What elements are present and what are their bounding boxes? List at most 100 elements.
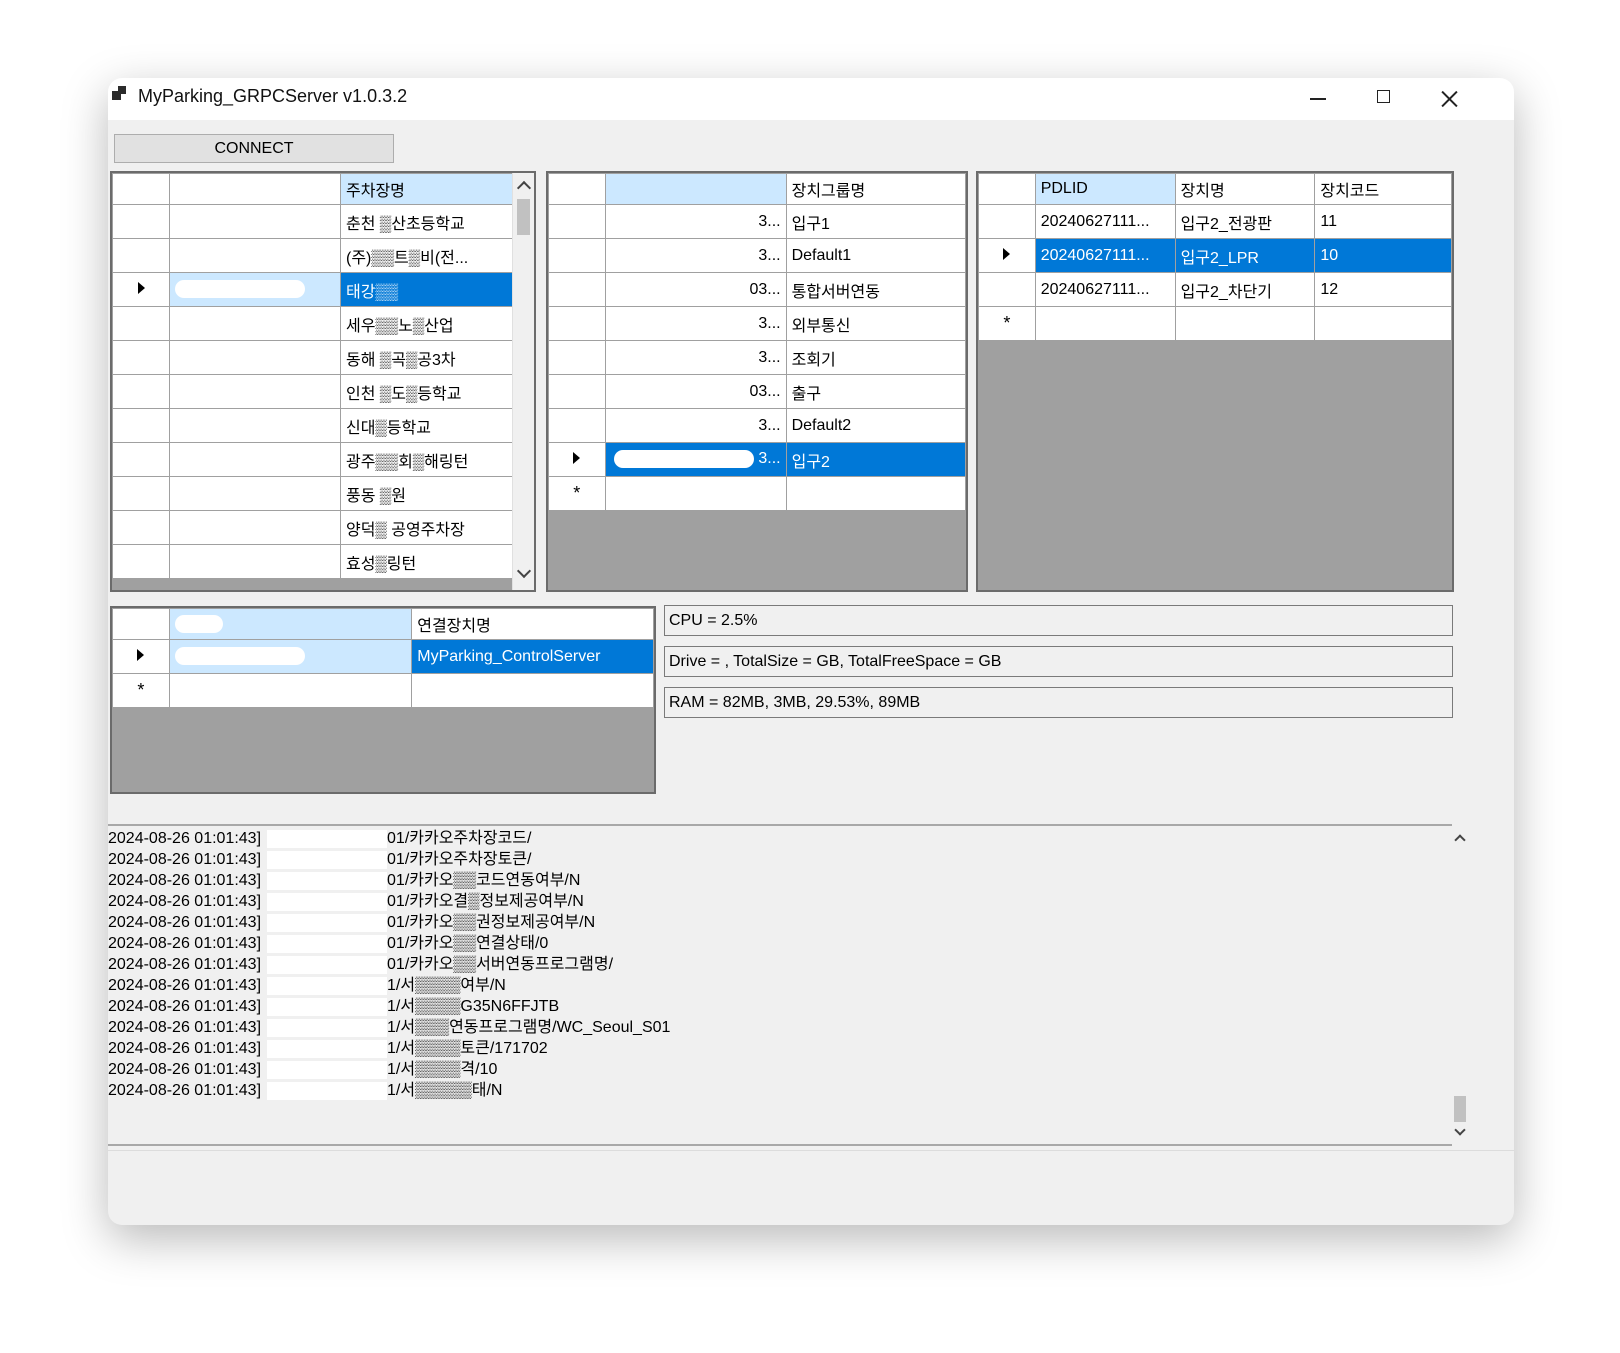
row-selector[interactable] [112,442,170,477]
row-selector[interactable]: * [548,476,606,511]
cell-parking-name[interactable]: 인천 ▒도▒등학교 [340,374,513,409]
maximize-icon[interactable] [1350,78,1416,120]
column-header-pdlid[interactable]: PDLID [1034,173,1176,205]
row-selector[interactable] [548,306,606,341]
cell-device-code[interactable]: 10 [1314,238,1452,273]
cell-group-code[interactable]: 3... [604,442,787,477]
table-row[interactable]: 03... 통합서버연동 [548,272,966,307]
cell-group-name[interactable]: 외부통신 [785,306,966,341]
table-row[interactable]: 3... 입구1 [548,204,966,239]
scroll-thumb[interactable] [517,199,530,235]
table-row[interactable]: 3... 입구2 [548,442,966,477]
cell-group-code[interactable]: 3... [604,408,787,443]
cell-device-code[interactable]: 11 [1314,204,1452,239]
minimize-icon[interactable] [1284,78,1350,120]
cell-new[interactable] [1314,306,1452,341]
cell-parking-id[interactable] [169,238,341,273]
row-selector[interactable] [112,374,170,409]
parking-grid-scrollbar[interactable] [512,173,534,590]
cell-parking-id[interactable] [169,340,341,375]
row-selector[interactable] [112,238,170,273]
cell-group-code[interactable]: 3... [604,340,787,375]
device-group-grid[interactable]: 장치그룹명 3... 입구1 3... Default1 03... 통합서버연동 3...… [546,171,968,592]
cell-device-name[interactable]: 입구2_전광판 [1174,204,1316,239]
column-header-id[interactable] [169,173,341,205]
cell-parking-id[interactable] [169,510,341,545]
scroll-thumb[interactable] [1454,1096,1466,1122]
table-row[interactable]: (주)▒▒트▒비(전... [112,238,513,273]
table-row[interactable]: 춘천 ▒산초등학교 [112,204,513,239]
cell-parking-name[interactable]: 광주▒▒회▒해링턴 [340,442,513,477]
row-selector[interactable]: * [112,673,170,708]
connect-button[interactable]: CONNECT [114,134,394,163]
log-scrollbar[interactable] [1452,824,1468,1146]
device-grid[interactable]: PDLID 장치명 장치코드 20240627111... 입구2_전광판 11 20… [976,171,1454,592]
new-row[interactable]: * [548,476,966,511]
row-selector[interactable] [978,238,1036,273]
table-row[interactable]: 3... 외부통신 [548,306,966,341]
cell-parking-name[interactable]: 세우▒▒노▒산업 [340,306,513,341]
row-selector[interactable] [978,272,1036,307]
row-selector[interactable]: * [978,306,1036,341]
table-row[interactable]: 광주▒▒회▒해링턴 [112,442,513,477]
cell-connection-id[interactable] [168,639,413,674]
cell-new[interactable] [1174,306,1316,341]
table-row[interactable]: 3... Default2 [548,408,966,443]
cell-parking-id[interactable] [169,544,341,579]
column-header-device-name[interactable]: 장치명 [1174,173,1316,205]
cell-group-name[interactable]: 입구1 [785,204,966,239]
cell-parking-id[interactable] [169,306,341,341]
column-header-connection-id[interactable] [168,608,413,640]
table-row[interactable]: 3... Default1 [548,238,966,273]
table-row[interactable]: 세우▒▒노▒산업 [112,306,513,341]
cell-pdlid[interactable]: 20240627111... [1034,272,1176,307]
table-row[interactable]: 20240627111... 입구2_차단기 12 [978,272,1452,307]
cell-parking-name[interactable]: 태강▒▒ [340,272,513,307]
row-selector[interactable] [112,272,170,307]
connection-grid[interactable]: 연결장치명 MyParking_ControlServer * [110,606,656,794]
row-selector[interactable] [548,374,606,409]
cell-group-name[interactable]: 입구2 [785,442,966,477]
cell-parking-name[interactable]: 춘천 ▒산초등학교 [340,204,513,239]
new-row[interactable]: * [112,673,654,708]
cell-new[interactable] [604,476,787,511]
cell-parking-name[interactable]: 신대▒등학교 [340,408,513,443]
column-header-parking-name[interactable]: 주차장명 [340,173,513,205]
cell-group-code[interactable]: 3... [604,204,787,239]
cell-parking-id[interactable] [169,408,341,443]
cell-device-code[interactable]: 12 [1314,272,1452,307]
cell-parking-id[interactable] [169,476,341,511]
column-header-device-code[interactable]: 장치코드 [1314,173,1452,205]
log-textbox[interactable]: 2024-08-26 01:01:43] 01/카카오주차장코드/2024-08-… [108,824,1468,1146]
cell-parking-name[interactable]: 풍동 ▒원 [340,476,513,511]
table-row[interactable]: 3... 조회기 [548,340,966,375]
close-icon[interactable] [1416,78,1482,120]
column-header-connection-name[interactable]: 연결장치명 [411,608,654,640]
parking-grid[interactable]: 주차장명 춘천 ▒산초등학교 (주)▒▒트▒비(전... 태강▒▒ 세우▒▒노▒산업 동… [110,171,536,592]
row-selector[interactable] [112,544,170,579]
cell-group-code[interactable]: 03... [604,272,787,307]
cell-group-code[interactable]: 3... [604,306,787,341]
new-row[interactable]: * [978,306,1452,341]
cell-parking-id[interactable] [169,374,341,409]
cell-connection-name[interactable]: MyParking_ControlServer [411,639,654,674]
row-selector[interactable] [548,408,606,443]
row-selector[interactable] [112,340,170,375]
row-selector[interactable] [548,238,606,273]
table-row[interactable]: 03... 출구 [548,374,966,409]
cell-new[interactable] [411,673,654,708]
row-selector[interactable] [112,306,170,341]
row-selector[interactable] [112,510,170,545]
cell-group-code[interactable]: 03... [604,374,787,409]
table-row[interactable]: 20240627111... 입구2_전광판 11 [978,204,1452,239]
row-selector[interactable] [112,476,170,511]
row-selector[interactable] [548,272,606,307]
cell-group-name[interactable]: 통합서버연동 [785,272,966,307]
cell-parking-id[interactable] [169,204,341,239]
cell-parking-name[interactable]: 효성▒링턴 [340,544,513,579]
table-row[interactable]: 효성▒링턴 [112,544,513,579]
cell-new[interactable] [168,673,413,708]
table-row[interactable]: 인천 ▒도▒등학교 [112,374,513,409]
cell-device-name[interactable]: 입구2_LPR [1174,238,1316,273]
cell-parking-name[interactable]: (주)▒▒트▒비(전... [340,238,513,273]
